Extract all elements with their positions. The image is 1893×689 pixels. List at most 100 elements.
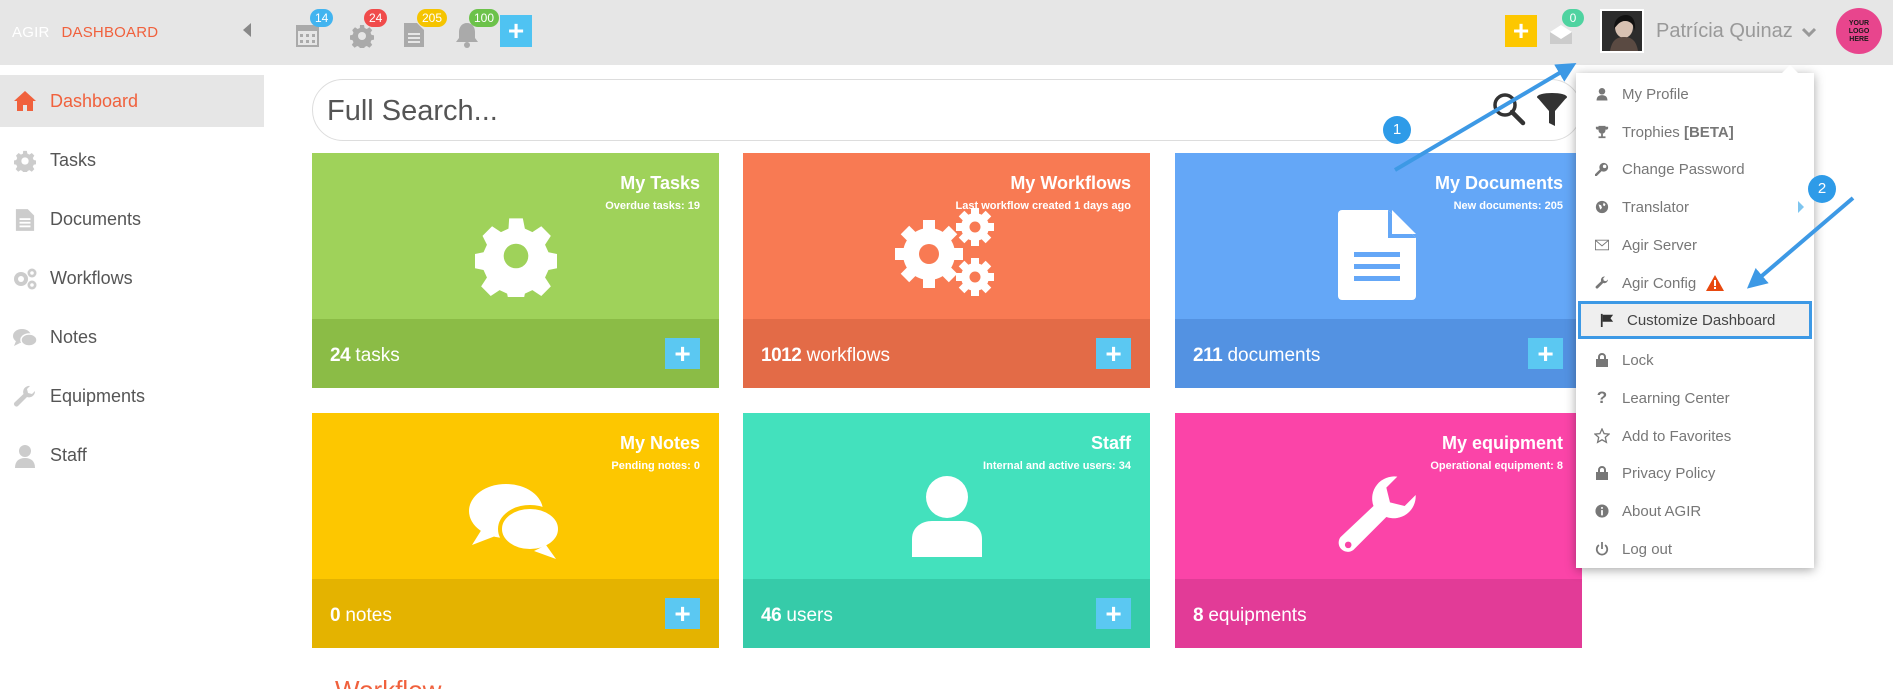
tile-title: My Documents xyxy=(1434,173,1563,193)
menu-item-learning-center[interactable]: ? Learning Center xyxy=(1576,379,1814,417)
gear-icon xyxy=(474,218,557,297)
sidebar-item-tasks[interactable]: Tasks xyxy=(0,131,264,190)
sidebar-item-notes[interactable]: Notes xyxy=(0,308,264,367)
tile-count-value: 8 xyxy=(1193,605,1204,626)
brand[interactable]: AGIR DASHBOARD xyxy=(12,24,158,41)
tile-title: Staff xyxy=(1091,433,1131,453)
user-icon xyxy=(12,443,38,469)
settings-button[interactable]: 24 xyxy=(350,9,388,48)
trophy-icon xyxy=(1594,124,1610,140)
tile-count: 211 documents xyxy=(1193,345,1320,367)
menu-item-lock[interactable]: Lock xyxy=(1576,341,1814,379)
annotation-step-1: 1 xyxy=(1383,116,1411,144)
add-user-button[interactable]: + xyxy=(1096,598,1131,629)
collapse-sidebar-icon[interactable] xyxy=(243,23,251,37)
documents-button[interactable]: 205 xyxy=(403,9,448,48)
gear-icon xyxy=(12,148,38,174)
quick-add-button[interactable]: + xyxy=(500,15,532,47)
sidebar-item-label: Tasks xyxy=(50,150,97,170)
tile-count-unit: users xyxy=(786,605,833,626)
menu-item-trophies[interactable]: Trophies [BETA] xyxy=(1576,113,1814,151)
sidebar-item-workflows[interactable]: Workflows xyxy=(0,249,264,308)
tile-subtitle: Operational equipment: 8 xyxy=(1430,460,1563,472)
sidebar-item-label: Dashboard xyxy=(50,90,139,111)
question-icon: ? xyxy=(1596,388,1608,407)
tile-staff[interactable]: Staff Internal and active users: 34 46 u… xyxy=(743,413,1150,648)
calendar-button[interactable]: 14 xyxy=(296,9,334,48)
user-icon xyxy=(1594,86,1610,102)
inbox-icon xyxy=(1550,25,1572,44)
tile-count: 24 tasks xyxy=(330,345,400,367)
info-icon xyxy=(1594,503,1610,519)
tile-count-unit: tasks xyxy=(355,345,400,366)
messages-button[interactable]: 0 xyxy=(1548,9,1584,48)
menu-item-about-agir[interactable]: About AGIR xyxy=(1576,492,1814,530)
tile-count-unit: workflows xyxy=(806,345,890,366)
wrench-icon xyxy=(1594,275,1610,291)
logo-text: YOUR LOGO HERE xyxy=(1848,20,1870,43)
brand-section: DASHBOARD xyxy=(61,24,159,41)
chat-icon xyxy=(468,484,562,559)
menu-item-privacy-policy[interactable]: Privacy Policy xyxy=(1576,454,1814,492)
submenu-arrow-icon xyxy=(1798,201,1804,213)
menu-item-label: Learning Center xyxy=(1622,389,1730,407)
menu-item-agir-server[interactable]: Agir Server xyxy=(1576,226,1814,264)
sidebar-item-documents[interactable]: Documents xyxy=(0,190,264,249)
tile-my-notes[interactable]: My Notes Pending notes: 0 0 notes + xyxy=(312,413,719,648)
tile-title: My Workflows xyxy=(1010,173,1131,193)
tile-footer: 46 users + xyxy=(743,579,1150,648)
menu-item-change-password[interactable]: Change Password xyxy=(1576,150,1814,188)
menu-item-label: Agir Server xyxy=(1622,236,1698,254)
tile-footer: 1012 workflows + xyxy=(743,319,1150,388)
new-item-button[interactable]: + xyxy=(1505,15,1537,47)
search-icon[interactable] xyxy=(1492,92,1526,126)
key-icon xyxy=(1594,161,1610,177)
menu-item-agir-config[interactable]: Agir Config xyxy=(1576,264,1814,302)
search-input[interactable] xyxy=(327,92,1427,130)
menu-item-label: Agir Config xyxy=(1622,274,1697,292)
documents-badge: 205 xyxy=(417,9,448,27)
menu-item-my-profile[interactable]: My Profile xyxy=(1576,75,1814,113)
tile-footer: 0 notes + xyxy=(312,579,719,648)
add-note-button[interactable]: + xyxy=(665,598,700,629)
sidebar-item-label: Staff xyxy=(50,445,87,465)
add-document-button[interactable]: + xyxy=(1528,338,1563,369)
tile-title: My Tasks xyxy=(620,173,700,193)
tile-my-documents[interactable]: My Documents New documents: 205 211 docu… xyxy=(1175,153,1582,388)
wrench-icon xyxy=(1338,476,1416,552)
sidebar-item-equipments[interactable]: Equipments xyxy=(0,367,264,426)
add-task-button[interactable]: + xyxy=(665,338,700,369)
filter-icon[interactable] xyxy=(1535,92,1569,126)
sidebar-item-staff[interactable]: Staff xyxy=(0,426,264,485)
flag-icon xyxy=(1599,312,1615,328)
tile-footer: 24 tasks + xyxy=(312,319,719,388)
sidebar-item-dashboard[interactable]: Dashboard xyxy=(0,75,264,127)
tile-subtitle: Pending notes: 0 xyxy=(611,460,700,472)
add-workflow-button[interactable]: + xyxy=(1096,338,1131,369)
tile-count-value: 211 xyxy=(1193,345,1223,366)
tile-my-tasks[interactable]: My Tasks Overdue tasks: 19 24 tasks + xyxy=(312,153,719,388)
notifications-badge: 100 xyxy=(469,9,500,27)
menu-item-label: My Profile xyxy=(1622,85,1689,103)
tile-count-value: 46 xyxy=(761,605,782,626)
notifications-button[interactable]: 100 xyxy=(455,9,500,48)
sidebar-item-label: Documents xyxy=(50,209,142,229)
tile-my-workflows[interactable]: My Workflows Last workflow created 1 day… xyxy=(743,153,1150,388)
sidebar-item-label: Workflows xyxy=(50,268,133,288)
menu-item-add-to-favorites[interactable]: Add to Favorites xyxy=(1576,417,1814,455)
user-menu-toggle[interactable]: Patrícia Quinaz xyxy=(1656,20,1817,43)
menu-item-label: Change Password xyxy=(1622,160,1745,178)
user-photo-icon xyxy=(1602,11,1642,51)
lock-icon xyxy=(1594,352,1610,368)
tile-my-equipment[interactable]: My equipment Operational equipment: 8 8 … xyxy=(1175,413,1582,648)
menu-item-customize-dashboard[interactable]: Customize Dashboard xyxy=(1578,301,1812,339)
menu-item-label: Translator xyxy=(1622,198,1689,216)
tile-count-unit: notes xyxy=(345,605,392,626)
tile-count: 1012 workflows xyxy=(761,345,890,367)
globe-icon xyxy=(1594,199,1610,215)
menu-item-log-out[interactable]: Log out xyxy=(1576,530,1814,568)
avatar[interactable] xyxy=(1600,9,1644,53)
messages-badge: 0 xyxy=(1562,9,1584,27)
menu-item-translator[interactable]: Translator xyxy=(1576,188,1814,226)
company-logo: YOUR LOGO HERE xyxy=(1836,8,1882,54)
